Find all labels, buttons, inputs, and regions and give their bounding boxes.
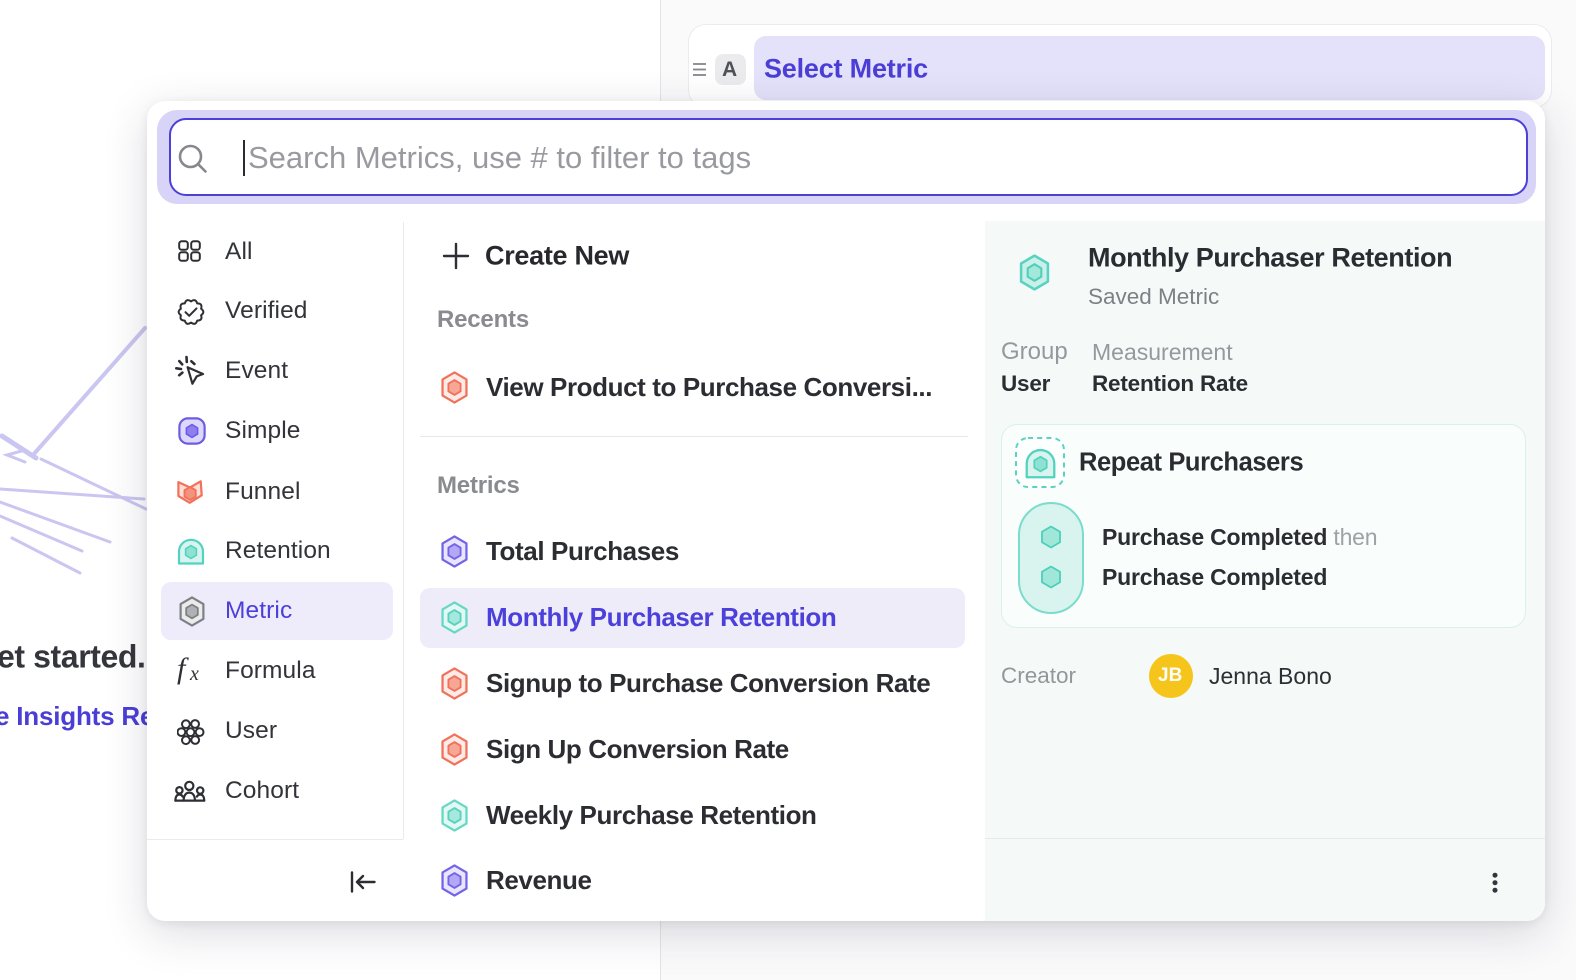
svg-text:x: x	[189, 663, 199, 685]
svg-text:f: f	[177, 655, 189, 685]
